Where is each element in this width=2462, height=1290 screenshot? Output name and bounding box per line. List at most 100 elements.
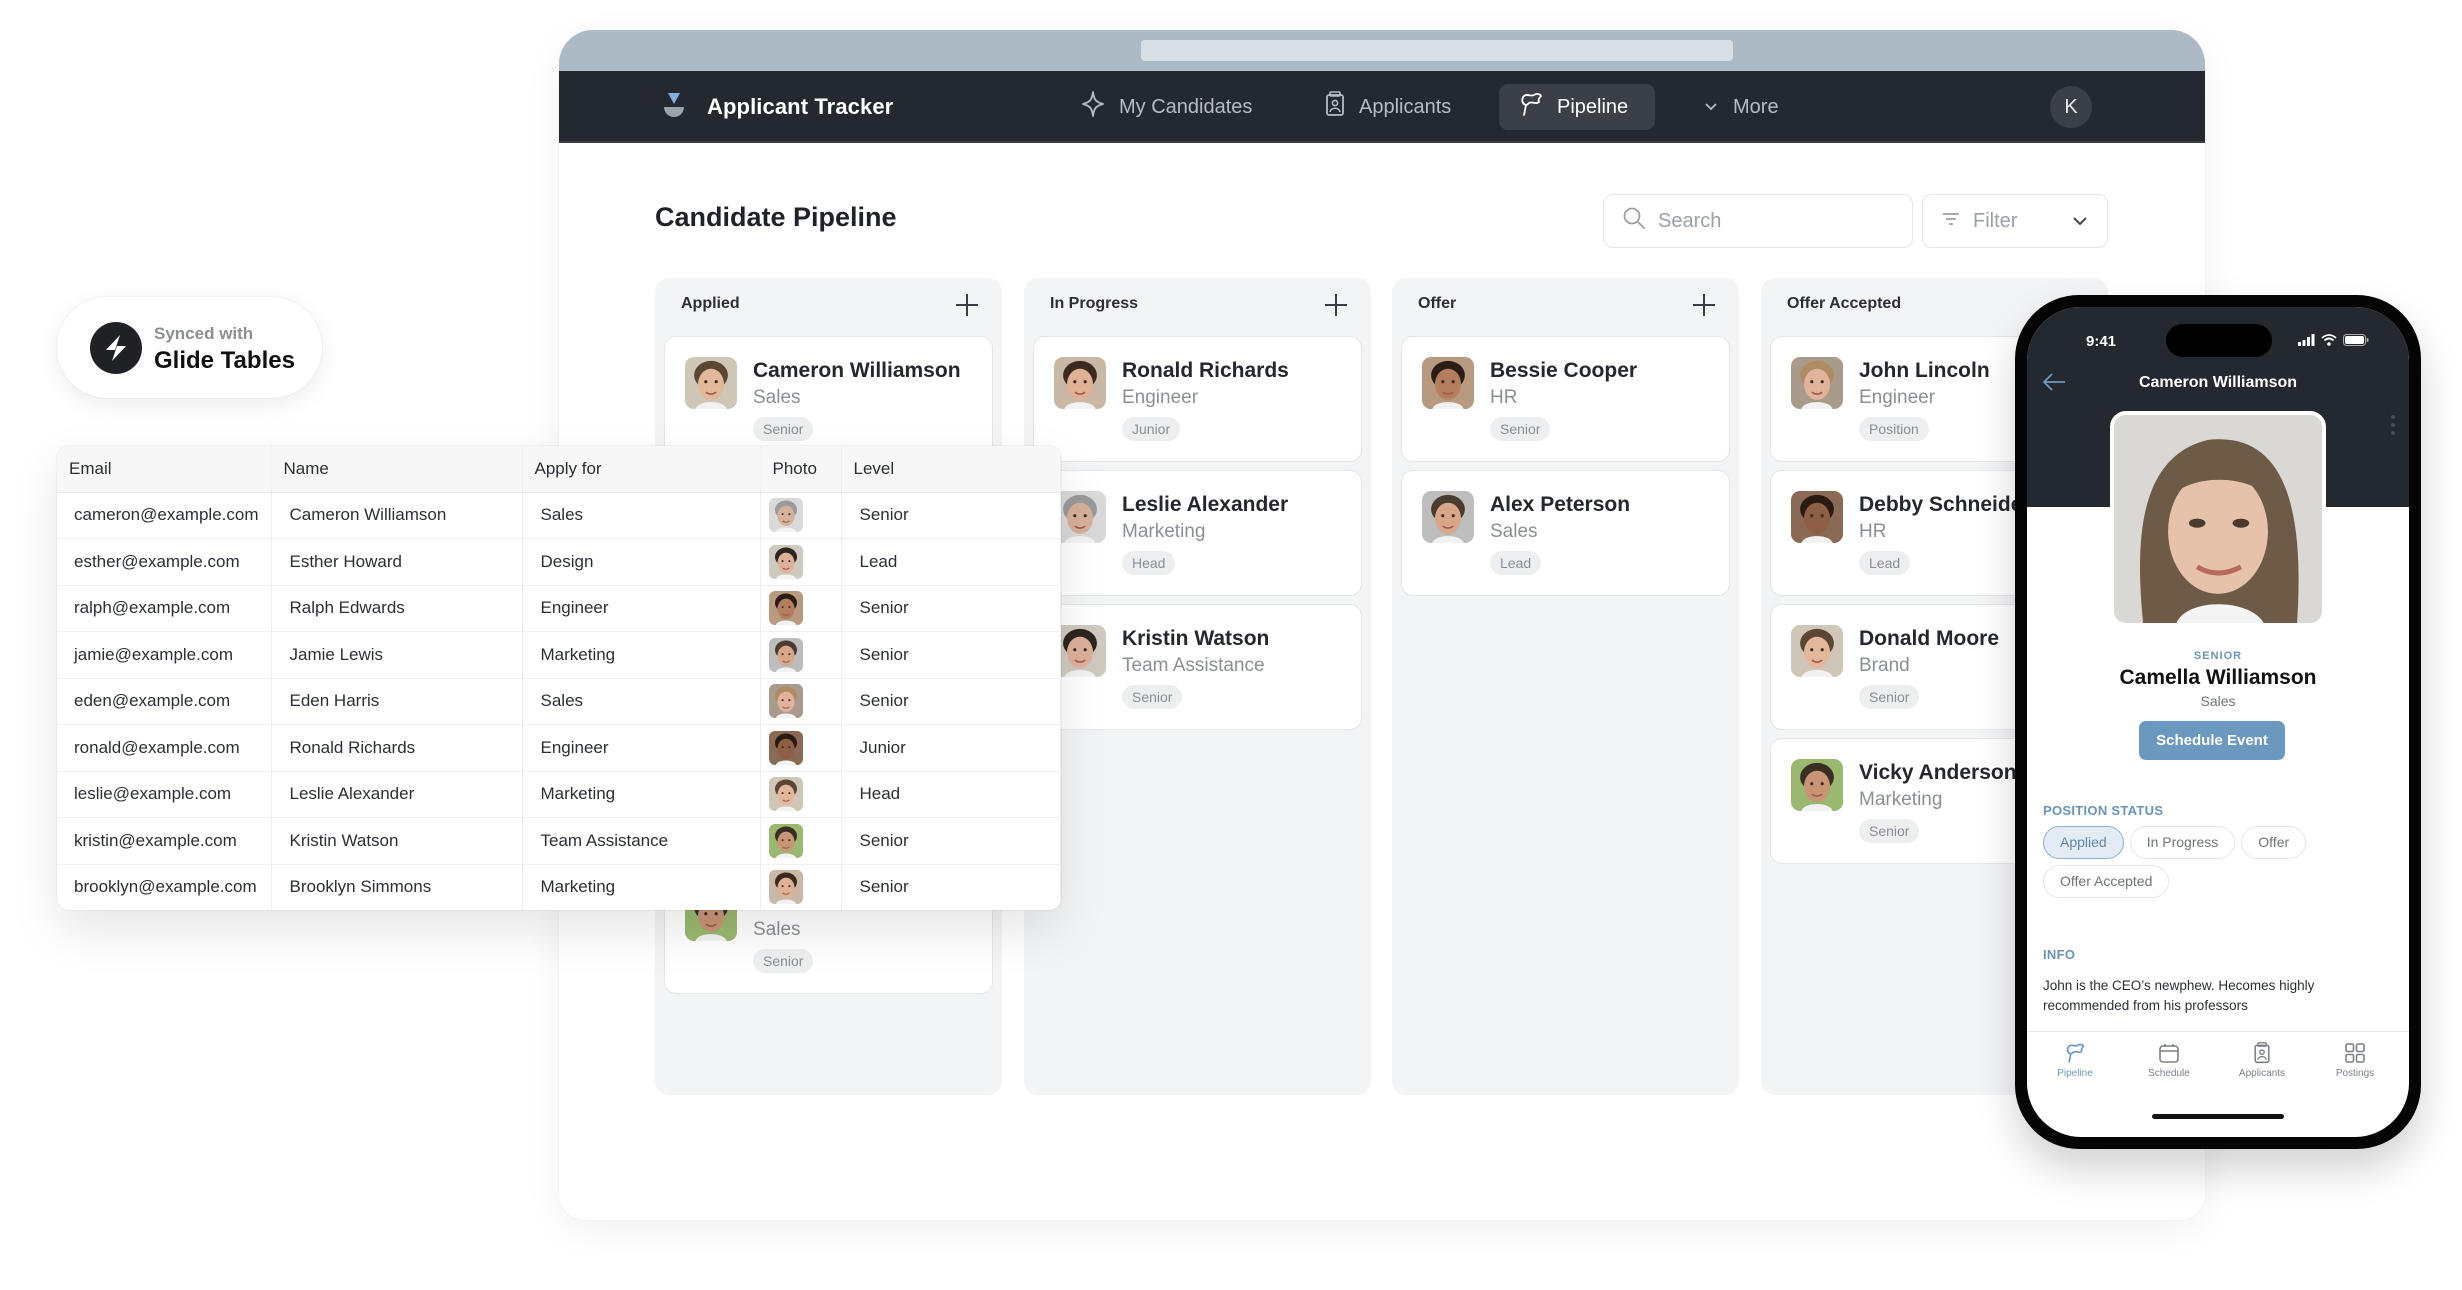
nav-my-candidates[interactable]: My Candidates	[1061, 84, 1272, 130]
cell-email[interactable]: eden@example.com	[57, 678, 272, 725]
table-row[interactable]: eden@example.com Eden Harris Sales Senior	[57, 678, 1061, 725]
add-card-plus-icon[interactable]	[954, 292, 980, 318]
cell-name[interactable]: Brooklyn Simmons	[271, 864, 523, 910]
cell-level[interactable]: Head	[841, 771, 1061, 818]
tab-postings[interactable]: Postings	[2310, 1042, 2400, 1079]
schedule-event-button[interactable]: Schedule Event	[2139, 721, 2285, 760]
tab-schedule[interactable]: Schedule	[2124, 1042, 2214, 1079]
candidate-level: SENIOR	[2193, 650, 2243, 662]
cell-photo[interactable]	[760, 678, 842, 725]
cell-photo[interactable]	[760, 771, 842, 818]
wifi-icon	[2321, 333, 2337, 351]
cell-photo[interactable]	[760, 817, 842, 865]
table-row[interactable]: brooklyn@example.com Brooklyn Simmons Mark…	[57, 864, 1061, 910]
candidate-card[interactable]: Ronald Richards Engineer Junior	[1033, 336, 1362, 462]
table-row[interactable]: cameron@example.com Cameron Williamson Sal…	[57, 492, 1061, 539]
cell-apply-for[interactable]: Marketing	[522, 631, 761, 679]
add-card-plus-icon[interactable]	[1323, 292, 1349, 318]
cell-email[interactable]: kristin@example.com	[57, 817, 272, 865]
cell-photo[interactable]	[760, 492, 842, 539]
nav-applicants[interactable]: Applicants	[1305, 84, 1471, 130]
tab-applicants[interactable]: Applicants	[2217, 1042, 2307, 1079]
cell-name[interactable]: Esther Howard	[271, 538, 523, 586]
cell-name[interactable]: Kristin Watson	[271, 817, 523, 865]
cell-name[interactable]: Eden Harris	[271, 678, 523, 725]
user-avatar[interactable]: K	[2050, 86, 2092, 128]
cell-email[interactable]: esther@example.com	[57, 538, 272, 586]
table-row[interactable]: ralph@example.com Ralph Edwards Engineer Se…	[57, 585, 1061, 632]
cell-photo[interactable]	[760, 585, 842, 632]
cell-level[interactable]: Senior	[841, 678, 1061, 725]
cell-level[interactable]: Senior	[841, 817, 1061, 865]
cell-apply-for[interactable]: Sales	[522, 492, 761, 539]
cell-apply-for[interactable]: Team Assistance	[522, 817, 761, 865]
table-row[interactable]: esther@example.com Esther Howard Design Lea…	[57, 538, 1061, 586]
cell-email[interactable]: leslie@example.com	[57, 771, 272, 818]
cell-name[interactable]: Ralph Edwards	[271, 585, 523, 632]
status-chip-applied[interactable]: Applied	[2043, 826, 2124, 859]
column-header-email[interactable]: Email	[57, 446, 272, 493]
cell-email[interactable]: jamie@example.com	[57, 631, 272, 679]
glide-tables-label: Glide Tables	[154, 347, 295, 374]
table-row[interactable]: jamie@example.com Jamie Lewis Marketing Sen…	[57, 631, 1061, 679]
candidate-card[interactable]: Kristin Watson Team Assistance Senior	[1033, 604, 1362, 730]
cell-level[interactable]: Senior	[841, 631, 1061, 679]
cell-level[interactable]: Senior	[841, 585, 1061, 632]
glide-logo-icon	[90, 322, 142, 374]
level-tag: Position	[1859, 417, 1929, 441]
candidate-card[interactable]: Cameron Williamson Sales Senior	[664, 336, 993, 462]
cell-apply-for[interactable]: Design	[522, 538, 761, 586]
cell-email[interactable]: ralph@example.com	[57, 585, 272, 632]
filter-dropdown[interactable]: Filter	[1922, 194, 2108, 248]
candidate-photo	[1422, 357, 1474, 409]
more-options-icon[interactable]	[2389, 412, 2397, 438]
pipeline-column-in-progress: In Progress Ronald Richards Engineer Junior…	[1024, 278, 1371, 1095]
cell-photo[interactable]	[760, 724, 842, 772]
level-tag: Lead	[1490, 551, 1542, 575]
cell-name[interactable]: Leslie Alexander	[271, 771, 523, 818]
cell-name[interactable]: Jamie Lewis	[271, 631, 523, 679]
candidate-photo	[1791, 759, 1843, 811]
url-bar[interactable]	[1141, 40, 1733, 61]
column-header-apply-for[interactable]: Apply for	[522, 446, 761, 493]
cell-apply-for[interactable]: Sales	[522, 678, 761, 725]
cell-level[interactable]: Senior	[841, 492, 1061, 539]
column-header-photo[interactable]: Photo	[760, 446, 842, 493]
cell-apply-for[interactable]: Marketing	[522, 864, 761, 910]
filter-label: Filter	[1973, 209, 2018, 232]
cell-apply-for[interactable]: Engineer	[522, 724, 761, 772]
candidate-card[interactable]: Bessie Cooper HR Senior	[1401, 336, 1730, 462]
status-chip-offer[interactable]: Offer	[2241, 826, 2307, 859]
cell-name[interactable]: Ronald Richards	[271, 724, 523, 772]
chevron-down-icon	[1703, 96, 1719, 119]
cell-photo[interactable]	[760, 538, 842, 586]
nav-pipeline[interactable]: Pipeline	[1499, 84, 1655, 130]
candidate-card[interactable]: Alex Peterson Sales Lead	[1401, 470, 1730, 596]
cell-level[interactable]: Lead	[841, 538, 1061, 586]
cell-photo[interactable]	[760, 864, 842, 910]
search-input[interactable]: Search	[1603, 194, 1913, 248]
cell-level[interactable]: Junior	[841, 724, 1061, 772]
tab-pipeline[interactable]: Pipeline	[2030, 1042, 2120, 1079]
candidate-card[interactable]: Leslie Alexander Marketing Head	[1033, 470, 1362, 596]
column-header-name[interactable]: Name	[271, 446, 523, 493]
table-row[interactable]: ronald@example.com Ronald Richards Enginee…	[57, 724, 1061, 772]
column-header-level[interactable]: Level	[841, 446, 1061, 493]
nav-more[interactable]: More	[1683, 84, 1799, 130]
home-indicator	[2152, 1114, 2284, 1119]
table-row[interactable]: kristin@example.com Kristin Watson Team As…	[57, 817, 1061, 865]
cell-email[interactable]: brooklyn@example.com	[57, 864, 272, 910]
cell-name[interactable]: Cameron Williamson	[271, 492, 523, 539]
add-card-plus-icon[interactable]	[1691, 292, 1717, 318]
battery-icon	[2343, 333, 2369, 351]
cell-email[interactable]: ronald@example.com	[57, 724, 272, 772]
cell-apply-for[interactable]: Marketing	[522, 771, 761, 818]
cell-apply-for[interactable]: Engineer	[522, 585, 761, 632]
dynamic-island	[2166, 324, 2272, 357]
table-row[interactable]: leslie@example.com Leslie Alexander Market…	[57, 771, 1061, 818]
cell-photo[interactable]	[760, 631, 842, 679]
cell-level[interactable]: Senior	[841, 864, 1061, 910]
cell-email[interactable]: cameron@example.com	[57, 492, 272, 539]
status-chip-in-progress[interactable]: In Progress	[2129, 826, 2236, 859]
status-chip-offer-accepted[interactable]: Offer Accepted	[2043, 865, 2170, 898]
